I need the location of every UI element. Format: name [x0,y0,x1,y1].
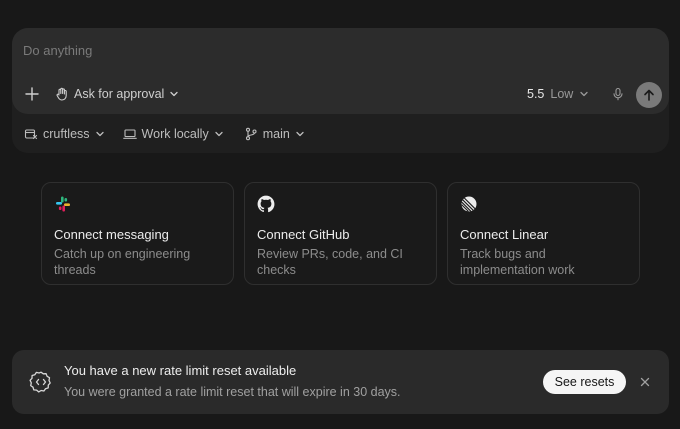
dismiss-banner-button[interactable] [638,375,652,389]
laptop-icon [122,129,137,139]
card-description-line: implementation work [460,263,575,277]
git-branch-icon [245,127,257,141]
github-icon [257,195,275,213]
card-description-line: checks [257,263,296,277]
connect-messaging-card[interactable]: Connect messaging Catch up on engineerin… [41,182,234,285]
repository-label: cruftless [43,127,90,141]
close-icon [640,377,650,387]
plus-icon [25,87,39,101]
repository-selector[interactable]: cruftless [24,127,105,141]
composer-container: Ask for approval 5.5 Low [12,28,669,153]
branch-selector[interactable]: main [244,127,305,141]
chevron-down-icon [580,91,588,97]
approval-mode-button[interactable]: Ask for approval [55,84,179,104]
prompt-input[interactable] [23,40,583,60]
send-button[interactable] [636,82,662,108]
microphone-icon [613,87,623,101]
linear-icon [461,196,477,212]
model-version: 5.5 [527,87,545,101]
card-description-line: Review PRs, code, and CI [257,247,403,261]
add-attachment-button[interactable] [23,85,41,103]
card-description-line: threads [54,263,96,277]
environment-label: Work locally [141,127,209,141]
hand-icon [56,87,67,101]
chevron-down-icon [296,131,304,137]
composer-footer: cruftless Work locally main [24,124,305,144]
branch-label: main [262,127,290,141]
badge-code-icon [29,371,51,393]
chevron-down-icon [215,131,223,137]
reasoning-effort: Low [550,87,574,101]
card-title: Connect GitHub [257,227,350,242]
card-title: Connect messaging [54,227,169,242]
rate-limit-banner: You have a new rate limit reset availabl… [12,350,669,414]
card-description-line: Track bugs and [460,247,546,261]
slack-icon [56,196,70,212]
app-page: Ask for approval 5.5 Low [0,0,680,429]
voice-input-button[interactable] [609,85,627,103]
chevron-down-icon [95,131,104,137]
connect-linear-card[interactable]: Connect Linear Track bugs and implementa… [447,182,640,285]
card-title: Connect Linear [460,227,549,242]
composer: Ask for approval 5.5 Low [12,28,669,114]
see-resets-button[interactable]: See resets [543,370,626,394]
card-description: Track bugs and implementation work [460,246,627,278]
arrow-up-icon [644,89,654,101]
connect-github-card[interactable]: Connect GitHub Review PRs, code, and CI … [244,182,437,285]
repository-icon [24,129,38,140]
card-description-line: Catch up on engineering [54,247,191,261]
environment-selector[interactable]: Work locally [122,127,224,141]
chevron-down-icon [170,91,178,97]
banner-title: You have a new rate limit reset availabl… [64,363,297,378]
card-description: Catch up on engineering threads [54,246,221,278]
card-description: Review PRs, code, and CI checks [257,246,424,278]
approval-mode-label: Ask for approval [74,87,165,101]
model-selector[interactable]: 5.5 Low [527,84,589,104]
banner-description: You were granted a rate limit reset that… [64,385,401,399]
